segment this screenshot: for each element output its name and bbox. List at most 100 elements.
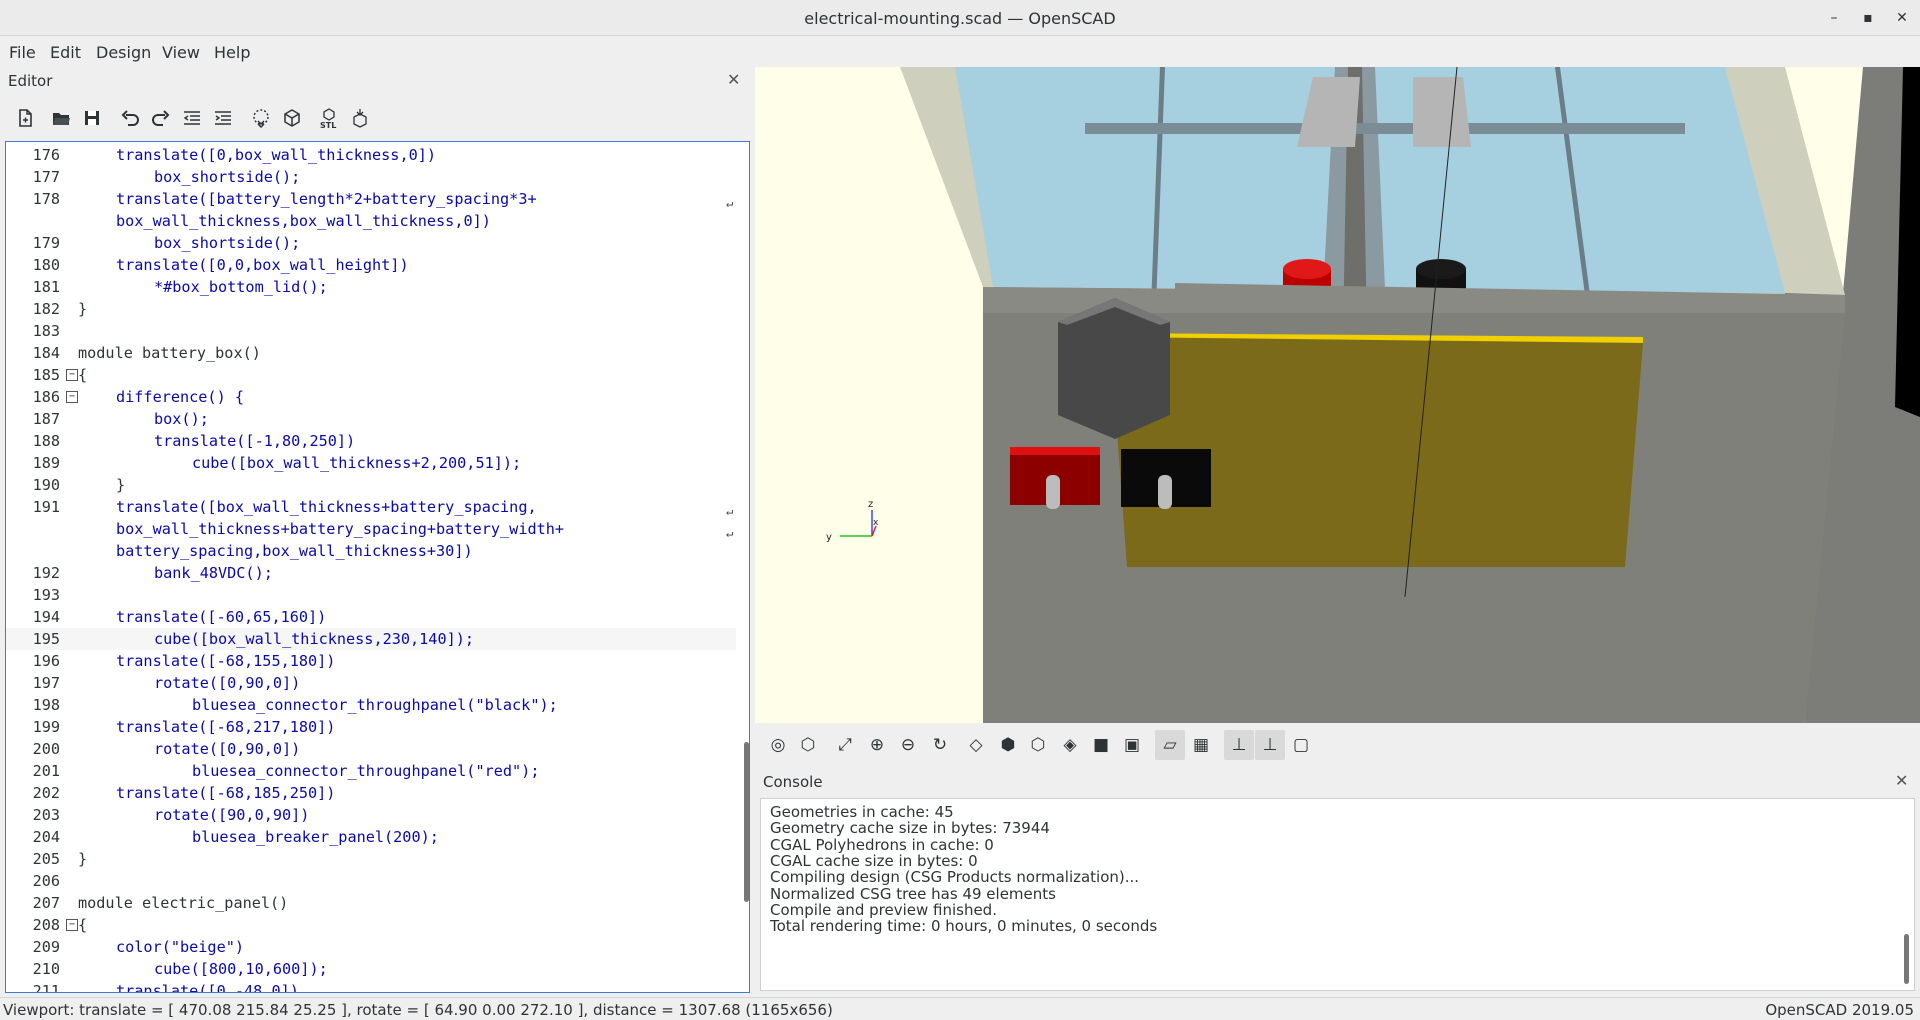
menu-view[interactable]: View: [162, 43, 200, 62]
console-output[interactable]: Geometries in cache: 45 Geometry cache si…: [760, 798, 1915, 991]
code-line[interactable]: 211 translate([0,-48,0]): [6, 980, 736, 992]
code-line[interactable]: 198 bluesea_connector_throughpanel("black…: [6, 694, 736, 716]
code-editor[interactable]: 176 translate([0,box_wall_thickness,0]) 17…: [5, 141, 750, 993]
menu-edit[interactable]: Edit: [50, 43, 81, 62]
code-line[interactable]: 186− difference() {: [6, 386, 736, 408]
close-window-button[interactable]: ✕: [1890, 6, 1914, 30]
code-line[interactable]: 183: [6, 320, 736, 342]
code-text: cube([box_wall_thickness,230,140]);: [154, 630, 475, 648]
fold-toggle-icon[interactable]: −: [66, 369, 78, 381]
code-line[interactable]: 200 rotate([0,90,0]): [6, 738, 736, 760]
render-button[interactable]: [277, 103, 307, 133]
code-line[interactable]: 194 translate([-60,65,160]): [6, 606, 736, 628]
show-edges-button[interactable]: ▢: [1286, 730, 1316, 760]
indent-button[interactable]: [208, 103, 238, 133]
code-line[interactable]: 199 translate([-68,217,180]): [6, 716, 736, 738]
code-line[interactable]: 190}: [6, 474, 736, 496]
svg-text:STL: STL: [320, 121, 336, 129]
new-icon: [19, 109, 32, 127]
code-line[interactable]: box_wall_thickness+battery_spacing+batte…: [6, 518, 736, 540]
fold-toggle-icon[interactable]: −: [66, 391, 78, 403]
perspective-button[interactable]: ▱: [1155, 730, 1185, 760]
unindent-icon: [183, 111, 200, 125]
view-bottom-button[interactable]: ⬡: [1023, 730, 1053, 760]
menu-help[interactable]: Help: [214, 43, 250, 62]
code-line[interactable]: 179 box_shortside();: [6, 232, 736, 254]
code-line[interactable]: battery_spacing,box_wall_thickness+30]): [6, 540, 736, 562]
menu-file[interactable]: File: [9, 43, 36, 62]
code-line[interactable]: 177 box_shortside();: [6, 166, 736, 188]
3d-scene: [900, 67, 1920, 723]
code-line[interactable]: 205}: [6, 848, 736, 870]
open-file-button[interactable]: [46, 103, 76, 133]
undo-button[interactable]: [115, 103, 145, 133]
view-all-button[interactable]: ⤢: [830, 730, 860, 760]
orthogonal-button[interactable]: ▦: [1186, 730, 1216, 760]
view-top-button[interactable]: ⬢: [993, 730, 1023, 760]
maximize-button[interactable]: ▪: [1856, 6, 1880, 30]
line-number: 184: [32, 344, 60, 362]
code-line[interactable]: 203 rotate([90,0,90]): [6, 804, 736, 826]
editor-scrollbar[interactable]: [744, 742, 749, 902]
menu-design[interactable]: Design: [96, 43, 151, 62]
show-axes-button[interactable]: ⊥: [1224, 730, 1254, 760]
view-right-button[interactable]: ◇: [961, 730, 991, 760]
line-number: 206: [32, 872, 60, 890]
zoom-in-button[interactable]: ⊕: [862, 730, 892, 760]
code-line[interactable]: 187 box();: [6, 408, 736, 430]
code-line[interactable]: box_wall_thickness,box_wall_thickness,0]…: [6, 210, 736, 232]
save-file-button[interactable]: [77, 103, 107, 133]
console-scrollbar[interactable]: [1904, 934, 1909, 984]
new-file-button[interactable]: [10, 103, 40, 133]
code-line[interactable]: 210 cube([800,10,600]);: [6, 958, 736, 980]
code-line[interactable]: 184 module battery_box(): [6, 342, 736, 364]
code-line[interactable]: 191 translate([box_wall_thickness+battery…: [6, 496, 736, 518]
code-line[interactable]: 196 translate([-68,155,180]): [6, 650, 736, 672]
show-axes-icon: ⊥: [1231, 735, 1247, 755]
view-front-button[interactable]: ■: [1086, 730, 1116, 760]
black-post-top: [1416, 259, 1466, 279]
code-line[interactable]: 176 translate([0,box_wall_thickness,0]): [6, 144, 736, 166]
line-number: 203: [32, 806, 60, 824]
preview-button[interactable]: ◎: [763, 730, 793, 760]
code-line[interactable]: 193: [6, 584, 736, 606]
close-editor-button[interactable]: ✕: [727, 70, 740, 89]
code-line[interactable]: 188 translate([-1,80,250]): [6, 430, 736, 452]
redo-button[interactable]: [146, 103, 176, 133]
export-stl-button[interactable]: STL: [314, 103, 344, 133]
code-line[interactable]: 208−{: [6, 914, 736, 936]
code-line[interactable]: 189 cube([box_wall_thickness+2,200,51]);: [6, 452, 736, 474]
code-line[interactable]: 209 color("beige"): [6, 936, 736, 958]
minimize-button[interactable]: –: [1822, 6, 1846, 30]
console-line: CGAL cache size in bytes: 0: [770, 851, 978, 870]
code-line[interactable]: 180 translate([0,0,box_wall_height]): [6, 254, 736, 276]
close-console-button[interactable]: ✕: [1895, 771, 1908, 790]
console-line: Geometry cache size in bytes: 73944: [770, 819, 1050, 838]
code-line[interactable]: 192 bank_48VDC();: [6, 562, 736, 584]
code-line[interactable]: 206: [6, 870, 736, 892]
perspective-icon: ▱: [1163, 735, 1177, 755]
code-line[interactable]: 181 *#box_bottom_lid();: [6, 276, 736, 298]
code-line[interactable]: 197 rotate([0,90,0]): [6, 672, 736, 694]
send-to-print-button[interactable]: [345, 103, 375, 133]
3d-viewport[interactable]: z y x: [755, 67, 1920, 723]
view-left-button[interactable]: ◈: [1055, 730, 1085, 760]
line-number: 208: [32, 916, 60, 934]
code-line[interactable]: 207 module electric_panel(): [6, 892, 736, 914]
zoom-out-button[interactable]: ⊖: [893, 730, 923, 760]
view-back-button[interactable]: ▣: [1117, 730, 1147, 760]
code-line[interactable]: 178 translate([battery_length*2+battery_s…: [6, 188, 736, 210]
code-line[interactable]: 204 bluesea_breaker_panel(200);: [6, 826, 736, 848]
show-scale-markers-button[interactable]: ⊥: [1255, 730, 1285, 760]
fold-toggle-icon[interactable]: −: [66, 919, 78, 931]
reset-view-button[interactable]: ↻: [925, 730, 955, 760]
code-line[interactable]: 201 bluesea_connector_throughpanel("red")…: [6, 760, 736, 782]
code-text: bluesea_connector_throughpanel("black");: [192, 696, 558, 714]
code-line[interactable]: 182}: [6, 298, 736, 320]
unindent-button[interactable]: [177, 103, 207, 133]
code-line[interactable]: 195 cube([box_wall_thickness,230,140]);: [6, 628, 736, 650]
code-line[interactable]: 202 translate([-68,185,250]): [6, 782, 736, 804]
preview-button[interactable]: [246, 103, 276, 133]
code-line[interactable]: 185−{: [6, 364, 736, 386]
render-button[interactable]: ⬡: [793, 730, 823, 760]
